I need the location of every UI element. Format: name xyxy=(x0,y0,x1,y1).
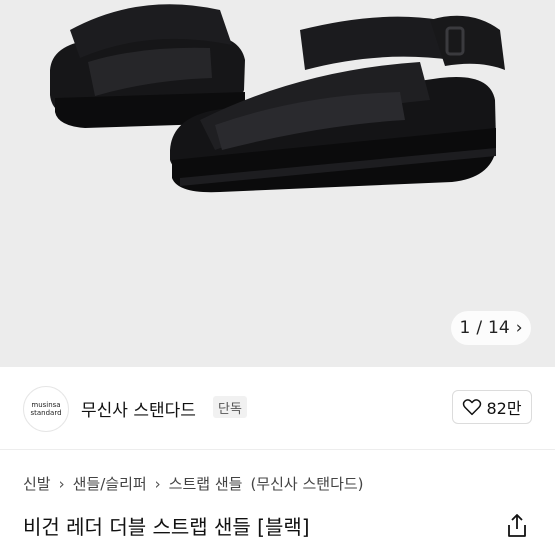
pager-total: 14 xyxy=(488,318,510,338)
exclusive-badge: 단독 xyxy=(213,396,247,418)
breadcrumb-item-sandals-slippers[interactable]: 샌들/슬리퍼 xyxy=(73,473,147,494)
section-divider xyxy=(0,449,555,450)
like-button[interactable]: 82만 xyxy=(452,390,532,424)
product-image[interactable]: 1 / 14 › xyxy=(0,0,555,367)
brand-name[interactable]: 무신사 스탠다드 xyxy=(81,396,196,421)
breadcrumb-item-strap-sandals[interactable]: 스트랩 샌들 xyxy=(169,473,243,494)
share-icon[interactable] xyxy=(505,513,529,539)
chevron-right-icon: › xyxy=(58,474,65,493)
chevron-right-icon: › xyxy=(515,318,523,338)
breadcrumb-item-brand[interactable]: (무신사 스탠다드) xyxy=(250,473,363,494)
brand-logo[interactable]: musinsa standard xyxy=(23,386,69,432)
brand-logo-line1: musinsa xyxy=(31,401,61,409)
chevron-right-icon: › xyxy=(154,474,161,493)
product-title: 비건 레더 더블 스트랩 샌들 [블랙] xyxy=(23,515,310,539)
pager-separator: / xyxy=(476,318,483,338)
like-count: 82만 xyxy=(486,399,522,418)
pager-current: 1 xyxy=(459,318,471,338)
breadcrumb: 신발 › 샌들/슬리퍼 › 스트랩 샌들 (무신사 스탠다드) xyxy=(23,473,364,494)
image-pager[interactable]: 1 / 14 › xyxy=(451,311,531,345)
brand-row: musinsa standard 무신사 스탠다드 단독 82만 xyxy=(0,367,555,449)
heart-icon xyxy=(463,399,482,416)
brand-logo-line2: standard xyxy=(30,409,62,417)
breadcrumb-item-shoes[interactable]: 신발 xyxy=(23,473,51,494)
